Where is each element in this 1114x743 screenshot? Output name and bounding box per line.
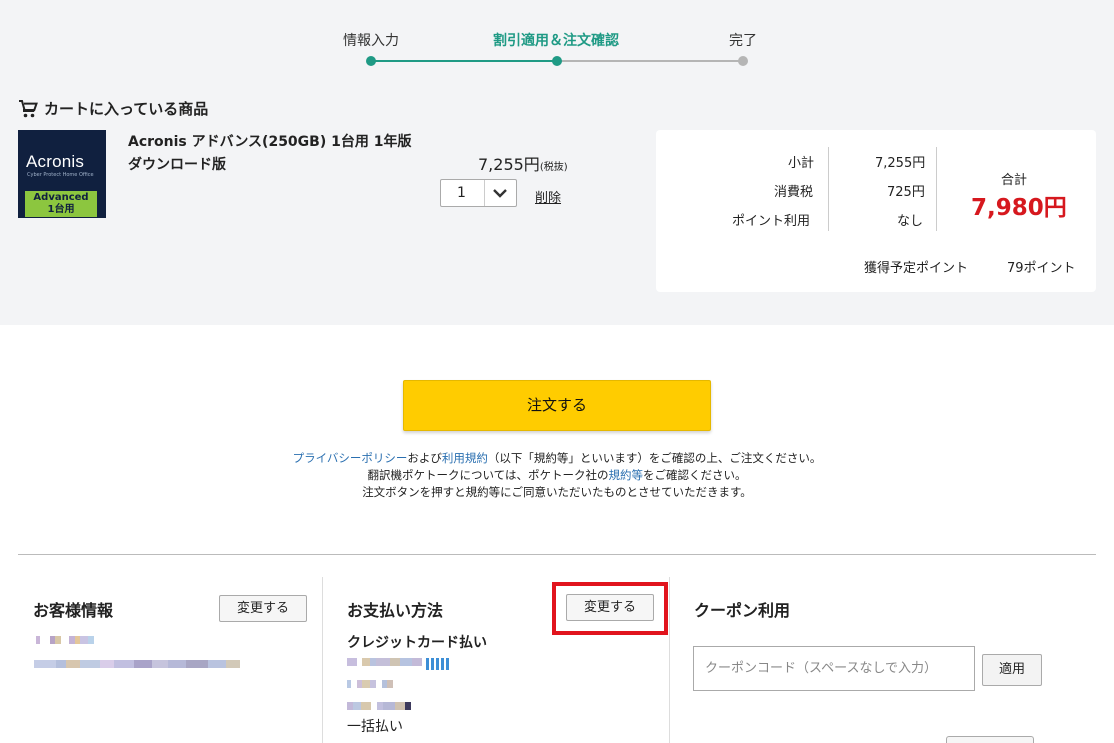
product-image-badge: Advanced 1台用 [25, 191, 97, 217]
points-use-label: ポイント利用 [732, 214, 811, 229]
quantity-select[interactable]: 1 [440, 179, 517, 207]
step-progress-line-done [371, 60, 557, 62]
redacted-customer-name [36, 636, 94, 644]
tax-value: 725円 [887, 185, 925, 200]
terms-notice-line1: プライバシーポリシーおよび利用規約（以下「規約等」といいます）をご確認の上、ご注… [0, 450, 1114, 466]
pocketalk-terms-link[interactable]: 規約等 [608, 468, 643, 482]
step-complete: 完了 [729, 33, 757, 49]
total-label: 合計 [1001, 173, 1028, 188]
product-image-brand: Acronis [26, 152, 85, 171]
change-customer-button[interactable]: 変更する [219, 595, 307, 622]
redacted-card-holder [347, 702, 411, 710]
quantity-divider [484, 180, 485, 206]
coupon-code-input[interactable]: クーポンコード（スペースなしで入力） [693, 646, 975, 691]
terms-notice-line3: 注文ボタンを押すと規約等にご同意いただいたものとさせていただきます。 [362, 485, 752, 499]
notice-line2-post: をご確認ください。 [642, 468, 747, 482]
shopping-cart-icon [18, 99, 38, 118]
redacted-customer-email [34, 660, 240, 668]
delete-link[interactable]: 削除 [535, 187, 561, 206]
payment-installment: 一括払い [347, 719, 403, 735]
terms-notice-line2: 翻訳機ポケトークについては、ポケトーク社の規約等をご確認ください。 [0, 467, 1114, 483]
chevron-down-icon [491, 186, 509, 204]
step-dot-2 [552, 56, 562, 66]
notice-line2-pre: 翻訳機ポケトークについては、ポケトーク社の [367, 468, 609, 482]
place-order-button[interactable]: 注文する [403, 380, 711, 431]
product-image-subtitle: Cyber Protect Home Office [27, 172, 94, 178]
product-name: Acronis アドバンス(250GB) 1台用 1年版 ダウンロード版 [128, 131, 428, 177]
section-divider [18, 554, 1096, 555]
subtotal-value: 7,255円 [875, 156, 926, 171]
step-info-input: 情報入力 [343, 33, 399, 49]
partial-button-bottom[interactable] [946, 736, 1034, 743]
product-name-line2: ダウンロード版 [128, 157, 226, 173]
column-divider-1 [322, 577, 323, 743]
step-progress-line-pending [557, 60, 743, 62]
product-name-line1: Acronis アドバンス(250GB) 1台用 1年版 [128, 134, 412, 150]
redacted-card-number [347, 658, 449, 670]
quantity-value: 1 [457, 185, 466, 201]
terms-link[interactable]: 利用規約 [442, 451, 488, 465]
step-dot-3 [738, 56, 748, 66]
notice-and: および [407, 451, 442, 465]
summary-divider-2 [936, 147, 937, 231]
coupon-title: クーポン利用 [694, 601, 791, 620]
notice-line1-rest: （以下「規約等」といいます）をご確認の上、ご注文ください。 [487, 451, 822, 465]
payment-method-title: お支払い方法 [347, 601, 444, 620]
badge-line2: 1台用 [47, 204, 75, 215]
payment-method-type: クレジットカード払い [347, 635, 487, 651]
price-tax-note: (税抜) [539, 162, 568, 173]
tax-label: 消費税 [774, 185, 814, 200]
product-image: Acronis Cyber Protect Home Office Advanc… [18, 130, 106, 218]
points-use-value: なし [897, 214, 924, 229]
total-value: 7,980円 [971, 195, 1067, 221]
earn-points-value: 79ポイント [1007, 261, 1076, 276]
price-value: 7,255円 [478, 155, 540, 174]
step-dot-1 [366, 56, 376, 66]
cart-heading: カートに入っている商品 [18, 98, 208, 119]
earn-points-label: 獲得予定ポイント [864, 261, 969, 276]
order-summary-card: 小計 7,255円 消費税 725円 ポイント利用 なし 合計 7,980円 獲… [656, 130, 1096, 292]
customer-info-title: お客様情報 [33, 601, 114, 620]
badge-line1: Advanced [33, 192, 89, 203]
subtotal-label: 小計 [788, 156, 815, 171]
privacy-policy-link[interactable]: プライバシーポリシー [293, 451, 408, 465]
column-divider-2 [669, 577, 670, 743]
summary-divider-1 [828, 147, 829, 231]
step-discount-confirm: 割引適用＆注文確認 [493, 33, 619, 49]
highlight-box [552, 582, 668, 635]
product-price: 7,255円(税抜) [478, 151, 568, 175]
coupon-apply-button[interactable]: 適用 [982, 654, 1042, 686]
cart-title: カートに入っている商品 [44, 100, 209, 118]
redacted-card-expiry [347, 680, 393, 688]
